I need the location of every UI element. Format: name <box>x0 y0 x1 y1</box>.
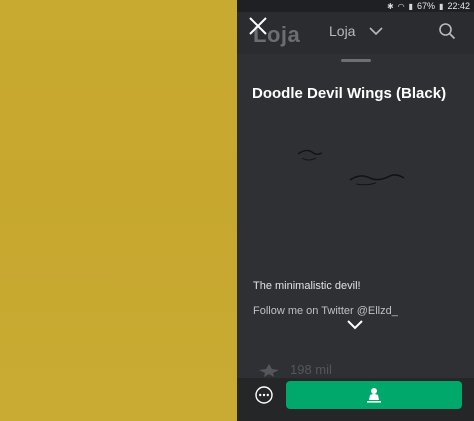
game-background <box>0 0 237 421</box>
category-dropdown[interactable]: Loja <box>329 23 384 39</box>
item-description-line2: Follow me on Twitter @Ellzd_ <box>253 305 398 317</box>
favorites-count: 198 mil <box>290 362 332 377</box>
close-icon <box>249 17 267 35</box>
more-options-button[interactable] <box>255 386 273 404</box>
search-icon <box>439 23 456 40</box>
battery-level: 67% <box>417 1 436 11</box>
battery-icon: ▮ <box>439 1 444 11</box>
close-button[interactable] <box>248 16 268 36</box>
category-dropdown-label: Loja <box>329 23 356 39</box>
chevron-down-icon <box>369 26 384 35</box>
item-thumbnail <box>286 140 426 200</box>
chevron-down-icon <box>347 320 363 330</box>
favorites-row: 198 mil <box>258 362 332 377</box>
bluetooth-icon: ✱ <box>386 1 394 11</box>
more-options-icon <box>255 386 273 404</box>
drag-handle[interactable] <box>341 59 371 62</box>
wifi-icon: ◠ <box>397 1 405 11</box>
expand-description-button[interactable] <box>346 318 364 330</box>
signal-icon: ▮ <box>408 1 414 11</box>
item-details-panel <box>237 0 474 421</box>
avatar-try-on-icon <box>367 388 381 403</box>
try-on-button[interactable] <box>286 381 462 409</box>
screen: ✱ ◠ ▮ 67% ▮ 22:42 Loja Loja Doodle Devil… <box>0 0 474 421</box>
star-icon <box>259 363 279 377</box>
item-description-line1: The minimalistic devil! <box>253 280 361 292</box>
item-title: Doodle Devil Wings (Black) <box>252 85 447 102</box>
status-bar: ✱ ◠ ▮ 67% ▮ 22:42 <box>237 0 474 12</box>
clock: 22:42 <box>447 1 470 11</box>
search-button[interactable] <box>438 22 456 40</box>
